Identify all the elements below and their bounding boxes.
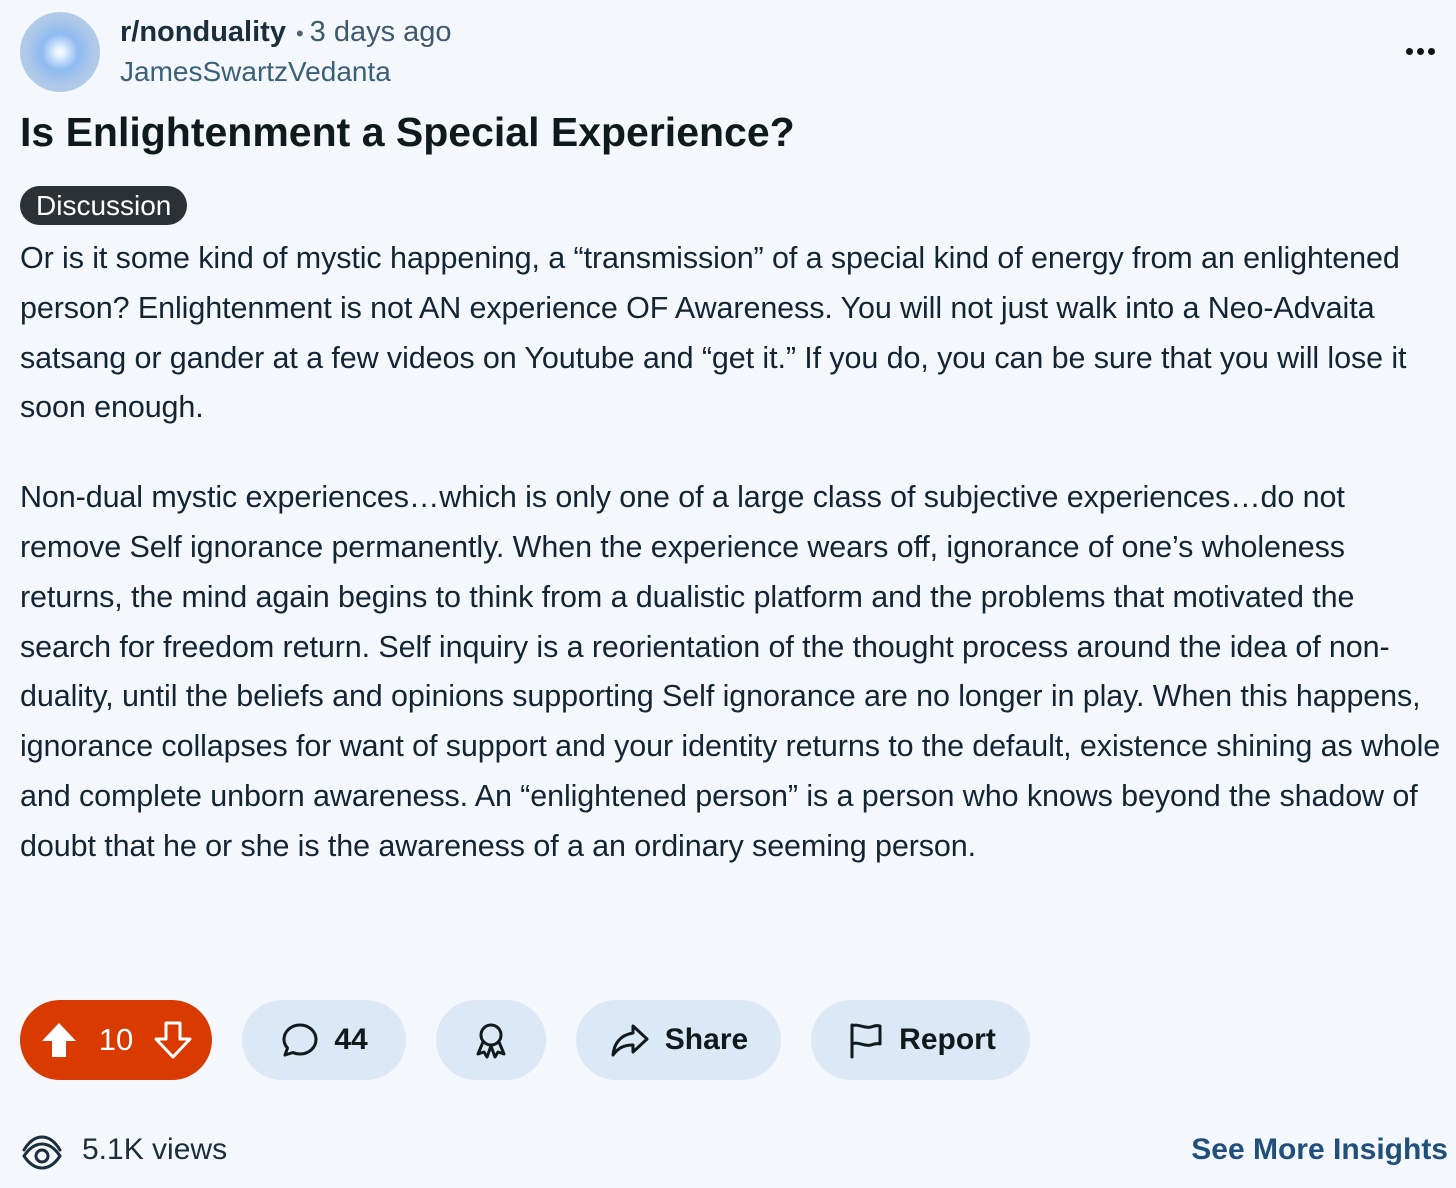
post-meta: r/nonduality • 3 days ago <box>120 14 452 52</box>
share-button[interactable]: Share <box>576 1000 781 1080</box>
meta-separator: • <box>295 21 304 46</box>
post-footer: 5.1K views See More Insights <box>20 1126 1448 1176</box>
post-time: 3 days ago <box>309 16 452 48</box>
share-label: Share <box>664 1023 749 1056</box>
award-icon <box>471 1020 511 1060</box>
comment-icon <box>280 1020 320 1060</box>
post-title: Is Enlightenment a Special Experience? <box>20 109 795 155</box>
post-header: r/nonduality • 3 days ago JamesSwartzVedan… <box>20 12 1440 92</box>
report-flag-icon <box>845 1020 885 1060</box>
report-button[interactable]: Report <box>811 1000 1030 1080</box>
share-icon <box>609 1020 651 1060</box>
subreddit-link[interactable]: r/nonduality <box>120 16 286 48</box>
comment-count: 44 <box>334 1023 368 1056</box>
upvote-icon[interactable] <box>39 1020 79 1060</box>
subreddit-avatar[interactable] <box>20 12 100 92</box>
view-count: 5.1K views <box>82 1133 228 1166</box>
see-more-insights-link[interactable]: See More Insights <box>1191 1132 1448 1168</box>
overflow-menu-icon[interactable] <box>1400 36 1440 66</box>
post-paragraph: Or is it some kind of mystic happening, … <box>20 241 1407 425</box>
post-paragraph: Non-dual mystic experiences…which is onl… <box>20 480 1441 863</box>
post-body: Or is it some kind of mystic happening, … <box>20 234 1445 872</box>
vote-control: 10 <box>20 1000 212 1080</box>
flair-badge[interactable]: Discussion <box>20 186 188 225</box>
award-button[interactable] <box>436 1000 546 1080</box>
author-link[interactable]: JamesSwartzVedanta <box>120 54 391 90</box>
report-label: Report <box>899 1023 996 1056</box>
comments-button[interactable]: 44 <box>242 1000 406 1080</box>
views-icon <box>20 1130 64 1175</box>
downvote-icon[interactable] <box>153 1020 193 1060</box>
vote-count: 10 <box>98 1022 134 1057</box>
